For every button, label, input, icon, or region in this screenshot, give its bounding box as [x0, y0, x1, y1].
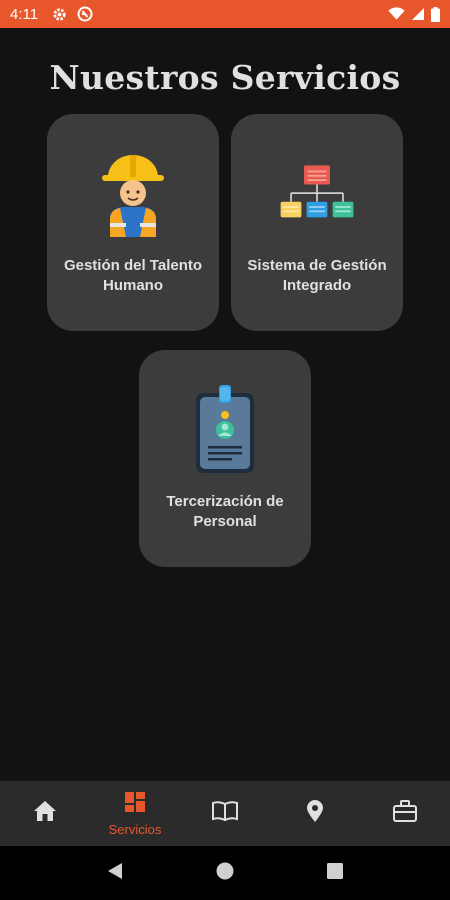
- home-icon: [33, 800, 57, 827]
- nav-label-servicios: Servicios: [108, 821, 162, 837]
- id-badge-icon: [186, 384, 264, 476]
- worker-icon: [94, 148, 172, 240]
- nav-item-location[interactable]: [270, 781, 360, 846]
- status-bar: 4:11: [0, 0, 450, 28]
- service-label: Gestión del Talento Humano: [63, 257, 203, 294]
- home-system-button[interactable]: [205, 853, 245, 893]
- signal-icon: [411, 7, 425, 21]
- nav-item-home[interactable]: [0, 781, 90, 846]
- page-title: Nuestros Servicios: [49, 58, 401, 97]
- nav-item-book[interactable]: [180, 781, 270, 846]
- service-card-sistema-gestion[interactable]: Sistema de Gestión Integrado: [231, 114, 403, 331]
- wifi-icon: [388, 7, 405, 21]
- book-icon: [212, 801, 238, 826]
- home-circle-icon: [216, 862, 234, 885]
- recents-button[interactable]: [315, 853, 355, 893]
- gear-icon: [52, 7, 67, 22]
- system-nav: [0, 846, 450, 900]
- battery-icon: [431, 6, 440, 22]
- status-time: 4:11: [10, 5, 39, 23]
- nav-item-briefcase[interactable]: [360, 781, 450, 846]
- service-label: Tercerización de Personal: [166, 493, 284, 530]
- app-icon: [77, 6, 93, 22]
- services-grid-icon: [124, 791, 146, 818]
- org-chart-icon: [278, 148, 356, 240]
- recents-icon: [327, 862, 343, 884]
- back-icon: [107, 862, 123, 885]
- back-button[interactable]: [95, 853, 135, 893]
- service-card-talento-humano[interactable]: Gestión del Talento Humano: [47, 114, 219, 331]
- service-card-tercerizacion[interactable]: Tercerización de Personal: [139, 350, 311, 567]
- bottom-nav: Servicios: [0, 781, 450, 846]
- briefcase-icon: [393, 800, 417, 827]
- service-label: Sistema de Gestión Integrado: [247, 257, 387, 294]
- nav-item-servicios[interactable]: Servicios: [90, 781, 180, 846]
- location-pin-icon: [306, 799, 324, 828]
